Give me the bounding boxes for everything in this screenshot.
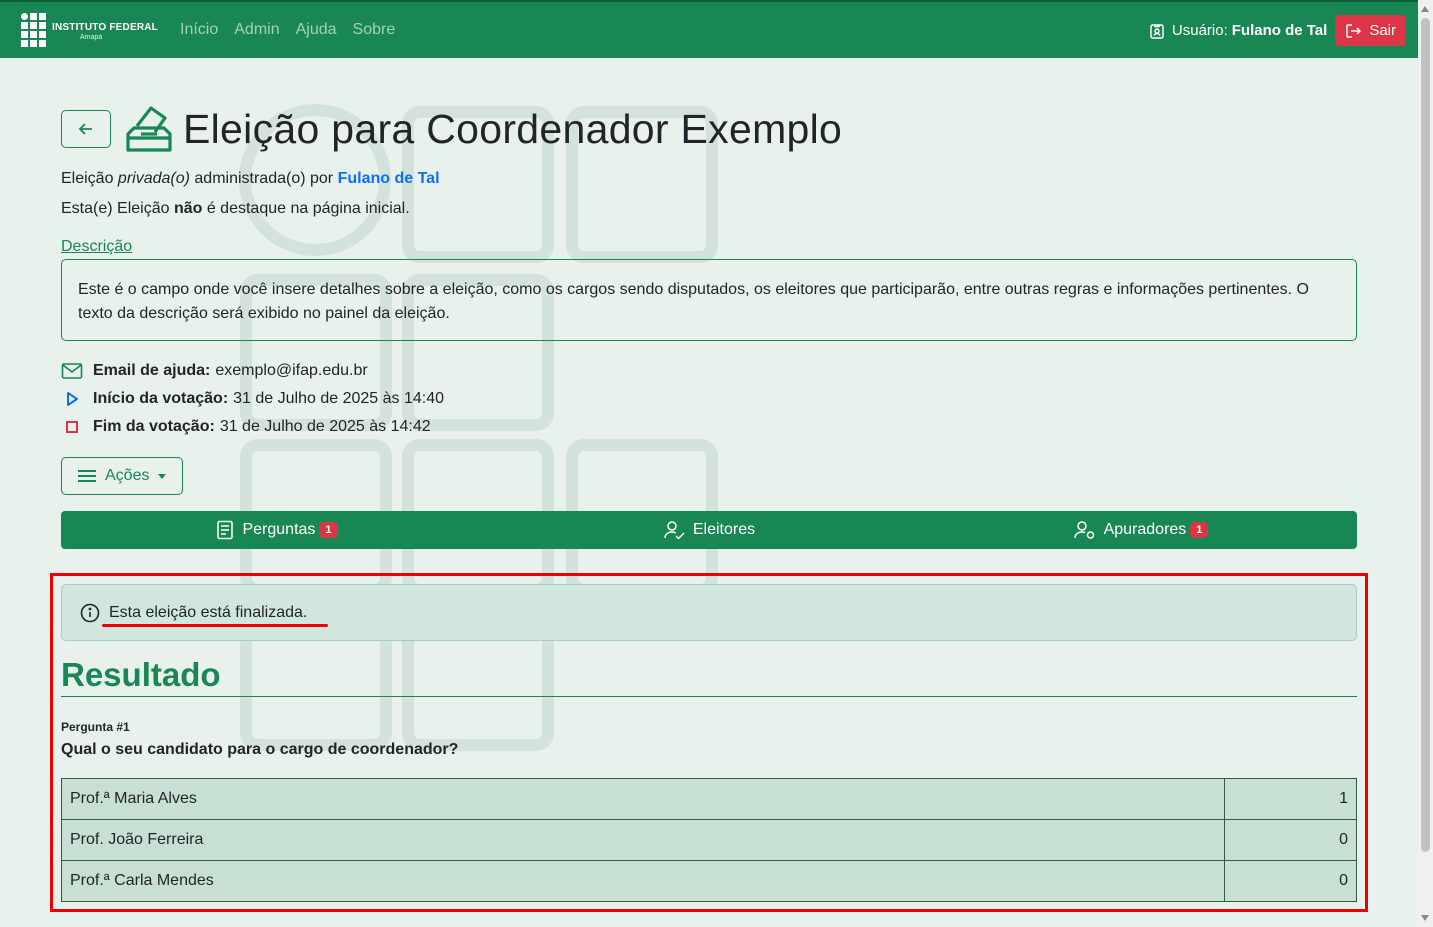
tab-perguntas-label: Perguntas — [242, 521, 316, 538]
table-row: Prof.ª Maria Alves 1 — [61, 778, 1357, 820]
end-value: 31 de Julho de 2025 às 14:42 — [219, 418, 431, 435]
user-name: Fulano de Tal — [1231, 22, 1328, 39]
document-icon — [217, 520, 234, 540]
perguntas-count-badge: 1 — [319, 522, 338, 538]
help-email-label: Email de ajuda: — [93, 362, 211, 379]
scroll-down-icon[interactable] — [1421, 915, 1429, 921]
brand-logo[interactable]: INSTITUTO FEDERAL Amapá — [21, 13, 158, 47]
logout-label: Sair — [1369, 22, 1396, 39]
user-info: Usuário: Fulano de Tal — [1149, 22, 1327, 39]
scroll-up-icon[interactable] — [1421, 6, 1429, 12]
tab-eleitores[interactable]: Eleitores — [493, 511, 925, 549]
result-title: Resultado — [61, 656, 221, 693]
start-label: Início da votação: — [93, 390, 229, 407]
navbar: INSTITUTO FEDERAL Amapá Início Admin Aju… — [0, 0, 1418, 58]
menu-icon — [78, 470, 96, 482]
tab-bar: Perguntas 1 Eleitores Apuradores 1 — [61, 511, 1357, 549]
user-gear-icon — [1073, 521, 1094, 539]
nav-link-ajuda[interactable]: Ajuda — [296, 21, 337, 39]
if-logo-icon — [21, 13, 46, 47]
table-row: Prof.ª Carla Mendes 0 — [61, 860, 1357, 902]
highlight-suffix: é destaque na página inicial. — [202, 200, 410, 217]
actions-dropdown-button[interactable]: Ações — [61, 457, 183, 495]
page-title: Eleição para Coordenador Exemplo — [183, 105, 843, 152]
vote-count: 0 — [1224, 819, 1357, 861]
candidate-name: Prof.ª Maria Alves — [61, 778, 1225, 820]
play-icon — [67, 392, 78, 406]
result-divider — [61, 696, 1357, 697]
end-row: Fim da votação: 31 de Julho de 2025 às 1… — [61, 413, 1357, 441]
question-text: Qual o seu candidato para o cargo de coo… — [61, 741, 459, 758]
help-email-row: Email de ajuda: exemplo@ifap.edu.br — [61, 357, 1357, 385]
tab-perguntas[interactable]: Perguntas 1 — [61, 511, 493, 549]
description-box: Este é o campo onde você insere detalhes… — [61, 259, 1357, 341]
annotation-underline — [102, 624, 328, 627]
meta-prefix: Eleição — [61, 170, 118, 187]
arrow-left-icon — [78, 123, 92, 135]
tab-apuradores[interactable]: Apuradores 1 — [925, 511, 1357, 549]
logout-icon — [1346, 23, 1362, 38]
brand-campus: Amapá — [80, 34, 103, 41]
highlight-info: Esta(e) Eleição não é destaque na página… — [61, 200, 1357, 218]
user-label: Usuário: — [1171, 22, 1228, 39]
description-label[interactable]: Descrição — [61, 238, 132, 256]
caret-down-icon — [158, 473, 167, 479]
user-badge-icon — [1150, 23, 1164, 39]
nav-link-inicio[interactable]: Início — [180, 21, 218, 39]
vote-count: 1 — [1224, 778, 1357, 820]
stop-icon — [66, 421, 78, 433]
nav-link-sobre[interactable]: Sobre — [353, 21, 396, 39]
question-number: Pergunta #1 — [61, 720, 130, 734]
table-row: Prof. João Ferreira 0 — [61, 819, 1357, 861]
meta-mid: administrada(o) por — [189, 170, 338, 187]
tab-eleitores-label: Eleitores — [692, 521, 756, 538]
start-value: 31 de Julho de 2025 às 14:40 — [233, 390, 444, 407]
candidate-name: Prof. João Ferreira — [61, 819, 1225, 861]
start-row: Início da votação: 31 de Julho de 2025 à… — [61, 385, 1357, 413]
nav-link-admin[interactable]: Admin — [234, 21, 279, 39]
main-content: Eleição para Coordenador Exemplo Eleição… — [61, 58, 1357, 549]
highlight-bold: não — [173, 200, 203, 217]
election-meta: Eleição privada(o) administrada(o) por F… — [61, 170, 1357, 188]
results-table: Prof.ª Maria Alves 1 Prof. João Ferreira… — [61, 778, 1357, 902]
info-circle-icon — [80, 603, 100, 622]
help-email-value: exemplo@ifap.edu.br — [215, 362, 368, 379]
finished-alert: Esta eleição está finalizada. — [61, 584, 1357, 641]
meta-private: privada(o) — [117, 170, 190, 187]
scrollbar-thumb[interactable] — [1421, 18, 1430, 852]
finished-alert-text: Esta eleição está finalizada. — [109, 603, 308, 621]
candidate-name: Prof.ª Carla Mendes — [61, 860, 1225, 902]
highlight-prefix: Esta(e) Eleição — [61, 200, 174, 217]
apuradores-count-badge: 1 — [1190, 522, 1209, 538]
vote-count: 0 — [1224, 860, 1357, 902]
logout-button[interactable]: Sair — [1335, 15, 1406, 46]
actions-label: Ações — [105, 467, 150, 484]
admin-link[interactable]: Fulano de Tal — [338, 170, 440, 187]
ballot-box-icon — [126, 106, 172, 152]
brand-name: INSTITUTO FEDERAL — [52, 22, 158, 33]
tab-apuradores-label: Apuradores — [1103, 521, 1187, 538]
envelope-icon — [61, 363, 83, 379]
user-check-icon — [664, 521, 685, 540]
vertical-scrollbar[interactable] — [1418, 0, 1433, 927]
end-label: Fim da votação: — [93, 418, 215, 435]
back-button[interactable] — [61, 110, 111, 148]
